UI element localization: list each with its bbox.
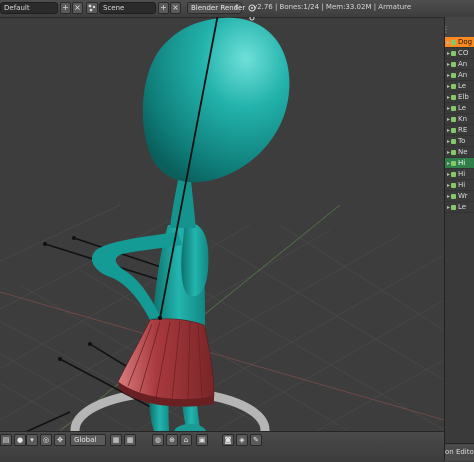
outliner-row-label: Elb: [458, 93, 469, 101]
bone-icon: [451, 182, 456, 188]
outliner-row[interactable]: ▸ CO: [445, 48, 474, 59]
outliner-list: ▸ Dog ▸ CO ▸ An ▸ An ▸ Le ▸ Elb ▸ Le ▸ Kn ▸ RE ▸ T…: [445, 37, 474, 213]
bone-icon: [451, 39, 456, 45]
outliner-row[interactable]: ▸ To: [445, 136, 474, 147]
outliner-row[interactable]: ▸ Wr: [445, 191, 474, 202]
render-engine-select[interactable]: Blender Render ⇕: [187, 2, 245, 14]
proportional-edit-icon[interactable]: ◍: [152, 434, 164, 446]
outliner-row-label: Le: [458, 203, 467, 211]
outliner-row[interactable]: ▸ Hi: [445, 158, 474, 169]
remove-scene-button[interactable]: ×: [170, 2, 181, 14]
viewport-shading-icon[interactable]: ▤: [0, 434, 12, 446]
outliner-footer: on Editor: [445, 443, 474, 461]
outliner-row[interactable]: ▸ Le: [445, 81, 474, 92]
bone-icon: [451, 83, 456, 89]
3d-view-header: ▤ ● ▾ ◎ ✥ Global ▦ ▦ ◍ ⊕ ⌂ ▣ ◙ ◈ ✎: [0, 431, 444, 462]
remove-layout-button[interactable]: ×: [72, 2, 83, 14]
outliner-row[interactable]: ▸ Le: [445, 103, 474, 114]
layer-visibility-icon[interactable]: ▦: [110, 434, 122, 446]
bone-icon: [451, 149, 456, 155]
outliner-row-label: Hi: [458, 181, 466, 189]
outliner-row-label: Le: [458, 82, 467, 90]
transform-orientation-label: Global: [74, 436, 97, 444]
outliner-row[interactable]: ▸ Ne: [445, 147, 474, 158]
bone-icon: [451, 193, 456, 199]
screen-layout-name: Default: [4, 4, 30, 12]
outliner-row[interactable]: ▸ Le: [445, 202, 474, 213]
add-layout-button[interactable]: +: [60, 2, 71, 14]
camera-icon[interactable]: ◙: [222, 434, 234, 446]
outliner-row-label: Kn: [458, 115, 468, 123]
bone-icon: [451, 204, 456, 210]
add-scene-button[interactable]: +: [158, 2, 169, 14]
outliner-row-label: Ne: [458, 148, 468, 156]
outliner-row-label: To: [458, 137, 466, 145]
outliner-row-label: CO: [458, 49, 469, 57]
bone-icon: [451, 160, 456, 166]
bone-icon: [451, 116, 456, 122]
outliner-row-label: RE: [458, 126, 468, 134]
outliner-header: ⋮: [445, 17, 474, 37]
pivot-point-icon[interactable]: ◎: [40, 434, 52, 446]
bone-icon: [451, 127, 456, 133]
drag-handle-icon[interactable]: ⋮: [445, 25, 450, 34]
bone-icon: [451, 171, 456, 177]
outliner-panel[interactable]: ⋮ ▸Dog ▸CO ▸An ▸An ▸Le ▸Elb ▸Le ▸Kn ▸RE …: [444, 17, 474, 461]
bone-icon: [451, 72, 456, 78]
3d-viewport[interactable]: [0, 17, 444, 431]
info-header: Default + × Scene + × Blender Render ⇕ v2…: [0, 0, 474, 18]
dropdown-arrows-icon: ⇕: [233, 4, 239, 11]
outliner-row[interactable]: ▸ Kn: [445, 114, 474, 125]
render-preview-icon[interactable]: ▣: [196, 434, 208, 446]
screen-layout-field[interactable]: Default: [0, 2, 58, 14]
editor-type-label: on Editor: [445, 448, 474, 456]
outliner-row[interactable]: ▸ RE: [445, 125, 474, 136]
bone-icon: [451, 105, 456, 111]
bone-icon: [451, 138, 456, 144]
snap-icon[interactable]: ⊕: [166, 434, 178, 446]
scene-stats: v2.76 | Bones:1/24 | Mem:33.02M | Armatu…: [253, 3, 412, 11]
transform-orientation-select[interactable]: Global: [70, 434, 106, 446]
snap-target-icon[interactable]: ⌂: [180, 434, 192, 446]
outliner-row-label: An: [458, 60, 468, 68]
dropdown-arrow-icon[interactable]: ▾: [26, 434, 38, 446]
character-head: [142, 17, 290, 183]
outliner-row[interactable]: ▸ An: [445, 70, 474, 81]
solid-shading-icon[interactable]: ●: [14, 434, 26, 446]
outliner-row-label: Hi: [458, 159, 466, 167]
bone-icon: [451, 61, 456, 67]
manipulator-icon[interactable]: ✥: [54, 434, 66, 446]
outliner-row[interactable]: ▸ Hi: [445, 180, 474, 191]
outliner-row[interactable]: ▸ Elb: [445, 92, 474, 103]
outliner-row[interactable]: ▸ Dog: [445, 37, 474, 48]
scene-field[interactable]: Scene: [99, 2, 156, 14]
pose-tools-icon[interactable]: ✎: [250, 434, 262, 446]
bone-icon: [451, 50, 456, 56]
outliner-row-label: Dog: [458, 38, 473, 46]
outliner-row[interactable]: ▸ Hi: [445, 169, 474, 180]
outliner-row-label: Le: [458, 104, 467, 112]
layer-toggle-icon[interactable]: ▦: [124, 434, 136, 446]
bone-icon: [451, 94, 456, 100]
outliner-row[interactable]: ▸ An: [445, 59, 474, 70]
outliner-row-label: Hi: [458, 170, 466, 178]
scene-name: Scene: [103, 4, 125, 12]
outliner-row-label: Wr: [458, 192, 468, 200]
scene-icon[interactable]: [86, 2, 98, 14]
outliner-row-label: An: [458, 71, 468, 79]
onion-skin-icon[interactable]: ◈: [236, 434, 248, 446]
character-skirt: [117, 318, 215, 407]
